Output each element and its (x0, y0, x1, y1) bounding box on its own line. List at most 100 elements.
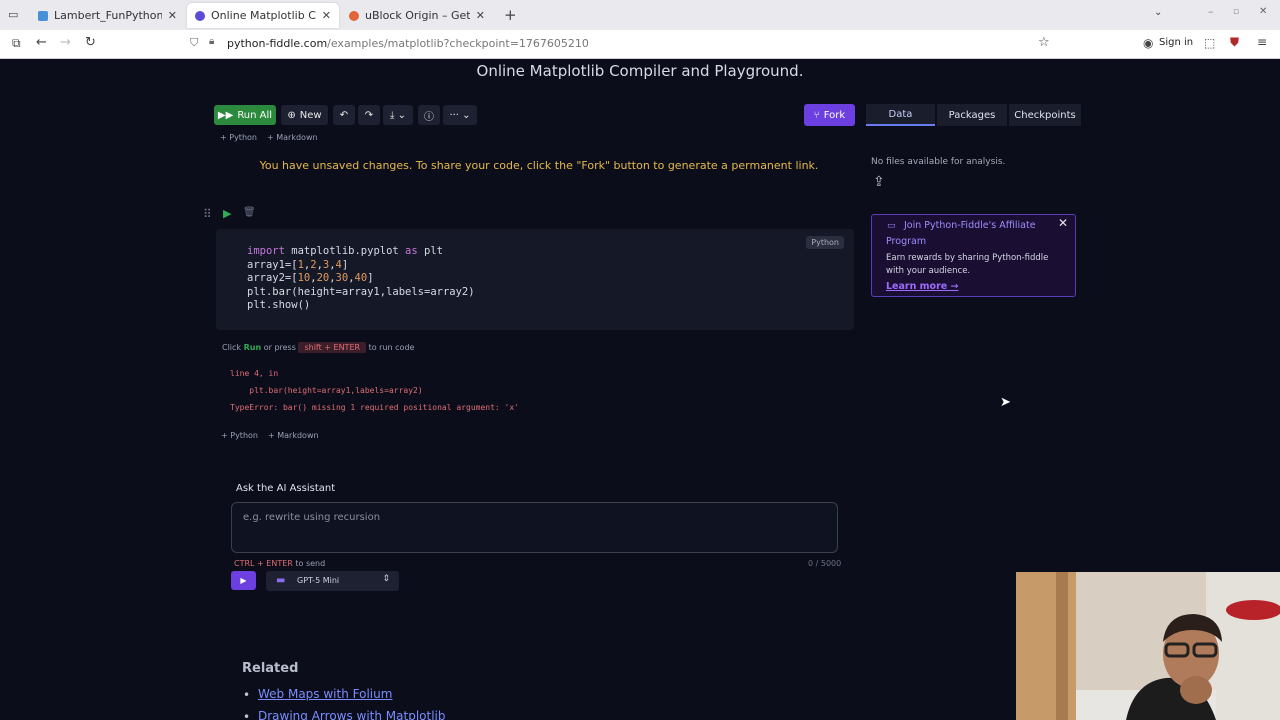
tab-title: Lambert_FunPython_3e_ (54, 9, 162, 22)
no-files-message: No files available for analysis. (871, 157, 1006, 167)
fork-button[interactable]: ⑂ Fork (804, 104, 855, 126)
info-button[interactable]: ⓘ (418, 105, 440, 125)
ai-model-value: GPT-5 Mini (297, 576, 340, 585)
minimize-window-icon[interactable]: – (1208, 5, 1214, 18)
run-all-icon: ▶▶ (217, 109, 234, 121)
code-line: plt.bar(height=array1,labels=array2) (247, 285, 475, 298)
bookmark-star-icon[interactable]: ☆ (1038, 35, 1050, 50)
tab-data[interactable]: Data (866, 104, 935, 126)
unsaved-changes-notice: You have unsaved changes. To share your … (259, 159, 819, 172)
code-line: array1=[1,2,3,4] (247, 258, 349, 271)
delete-cell-icon[interactable]: 🗑︎ (243, 207, 256, 218)
forward-icon[interactable]: → (60, 35, 71, 50)
url-host: python-fiddle.com (227, 37, 328, 50)
menu-icon[interactable]: ≡ (1257, 35, 1267, 49)
tab-title: uBlock Origin – Get this E (365, 9, 470, 22)
list-bullet: • (243, 688, 251, 702)
lock-icon[interactable]: 🔒︎ (209, 36, 214, 47)
close-window-icon[interactable]: ✕ (1259, 6, 1267, 17)
ai-model-select[interactable]: ▬ GPT-5 Mini ⇕ (266, 571, 399, 591)
error-output-line: line 4, in (230, 369, 279, 378)
error-output-line: TypeError: bar() missing 1 required posi… (230, 403, 519, 412)
info-icon: ⓘ (424, 111, 434, 123)
promo-body: Earn rewards by sharing Python-fiddle wi… (886, 253, 1049, 276)
fork-label: Fork (823, 109, 846, 121)
ai-assistant-label: Ask the AI Assistant (236, 483, 336, 494)
browser-toolbar: ⧉ ← → ↻ ⛉ 🔒︎ python-fiddle.com/examples/… (0, 30, 1280, 59)
fork-icon: ⑂ (813, 109, 820, 121)
upload-icon[interactable]: ⇪ (873, 174, 885, 190)
webcam-overlay (1016, 572, 1280, 720)
ai-prompt-box[interactable] (231, 502, 838, 553)
more-icon: ··· ⌄ (449, 109, 471, 121)
webcam-image (1016, 572, 1280, 720)
send-icon: ▶ (240, 576, 247, 585)
tab-title: Online Matplotlib Compil (211, 9, 316, 22)
related-link[interactable]: Web Maps with Folium (258, 687, 392, 701)
extensions-icon[interactable]: ⬚ (1204, 36, 1215, 50)
new-tab-icon[interactable]: + (504, 6, 517, 24)
redo-icon: ↷ (364, 109, 374, 121)
ublock-icon[interactable]: ⛊ (1230, 35, 1239, 50)
run-all-label: Run All (237, 109, 273, 121)
new-label: New (299, 109, 322, 121)
reload-icon[interactable]: ↻ (85, 35, 96, 50)
url-path: /examples/matplotlib?checkpoint=17676052… (327, 37, 589, 50)
sidebar-toggle-icon[interactable]: ⧉ (12, 36, 21, 51)
maximize-window-icon[interactable]: ▫ (1233, 7, 1239, 17)
tab-packages[interactable]: Packages (937, 104, 1007, 126)
error-output-line: plt.bar(height=array1,labels=array2) (230, 386, 423, 395)
run-cell-icon[interactable]: ▶ (223, 207, 231, 220)
browser-tab-ublock[interactable]: uBlock Origin – Get this E ✕ (341, 3, 493, 28)
sign-in-link[interactable]: Sign in (1159, 37, 1193, 48)
undo-button[interactable]: ↶ (333, 105, 355, 125)
add-markdown-cell-link[interactable]: + Markdown (267, 133, 318, 142)
select-arrows-icon: ⇕ (382, 574, 390, 584)
more-button[interactable]: ··· ⌄ (443, 105, 477, 125)
tab-favicon-icon (195, 10, 205, 21)
url-field[interactable]: python-fiddle.com/examples/matplotlib?ch… (227, 37, 589, 50)
ai-send-button[interactable]: ▶ (231, 571, 256, 590)
learn-more-link[interactable]: Learn more → (886, 281, 958, 292)
run-all-button[interactable]: ▶▶ Run All (214, 105, 276, 125)
ai-send-suffix: to send (295, 559, 326, 568)
ai-send-keys: CTRL + ENTER (234, 559, 293, 568)
tab-favicon-icon (38, 10, 48, 21)
add-python-cell-link[interactable]: + Python (221, 431, 258, 440)
browser-tab-matplotlib[interactable]: Online Matplotlib Compil ✕ (187, 3, 339, 28)
tracking-shield-icon[interactable]: ⛉ (190, 36, 198, 50)
browser-tab-lambert[interactable]: Lambert_FunPython_3e_ ✕ (30, 3, 185, 28)
tab-overflow-chevron-icon[interactable]: ⌄ (1154, 7, 1162, 18)
code-cell[interactable]: Python import matplotlib.pyplot as plt a… (216, 229, 854, 330)
run-hint-prefix: Click (222, 343, 242, 352)
add-markdown-cell-link[interactable]: + Markdown (268, 431, 319, 440)
download-button[interactable]: ⤓ ⌄ (383, 105, 413, 125)
close-tab-icon[interactable]: ✕ (168, 9, 177, 22)
account-icon[interactable]: ◉ (1143, 36, 1153, 50)
code-line: plt.show() (247, 299, 311, 312)
browser-tab-bar: ▭ Lambert_FunPython_3e_ ✕ Online Matplot… (0, 0, 1280, 30)
page: Online Matplotlib Compiler and Playgroun… (0, 59, 1280, 720)
new-button[interactable]: ⊕ New (281, 105, 328, 125)
affiliate-promo: ▭ Join Python-Fiddle's Affiliate Program… (871, 214, 1076, 297)
cell-language-badge: Python (806, 236, 844, 249)
back-icon[interactable]: ← (36, 35, 47, 50)
code-line: array2=[10,20,30,40] (247, 272, 374, 285)
tab-checkpoints[interactable]: Checkpoints (1009, 104, 1081, 126)
redo-button[interactable]: ↷ (358, 105, 380, 125)
add-python-cell-link[interactable]: + Python (220, 133, 257, 142)
tab-favicon-icon (349, 10, 359, 21)
run-hint-run: Run (243, 343, 262, 352)
ai-prompt-input[interactable] (243, 512, 823, 523)
drag-handle-icon[interactable]: ⠿ (203, 207, 212, 221)
tab-list-icon[interactable]: ▭ (8, 8, 18, 21)
code-editor[interactable]: import matplotlib.pyplot as plt array1=[… (247, 245, 475, 313)
run-hint: Click Run or press shift + ENTER to run … (222, 342, 414, 353)
run-hint-keys: shift + ENTER (298, 342, 367, 353)
related-link[interactable]: Drawing Arrows with Matplotlib (258, 709, 446, 720)
close-tab-icon[interactable]: ✕ (476, 9, 485, 22)
close-promo-icon[interactable]: ✕ (1058, 216, 1068, 230)
ai-send-hint: CTRL + ENTER to send (234, 559, 325, 568)
close-tab-icon[interactable]: ✕ (322, 9, 331, 22)
mouse-cursor-icon: ➤ (1000, 395, 1011, 410)
